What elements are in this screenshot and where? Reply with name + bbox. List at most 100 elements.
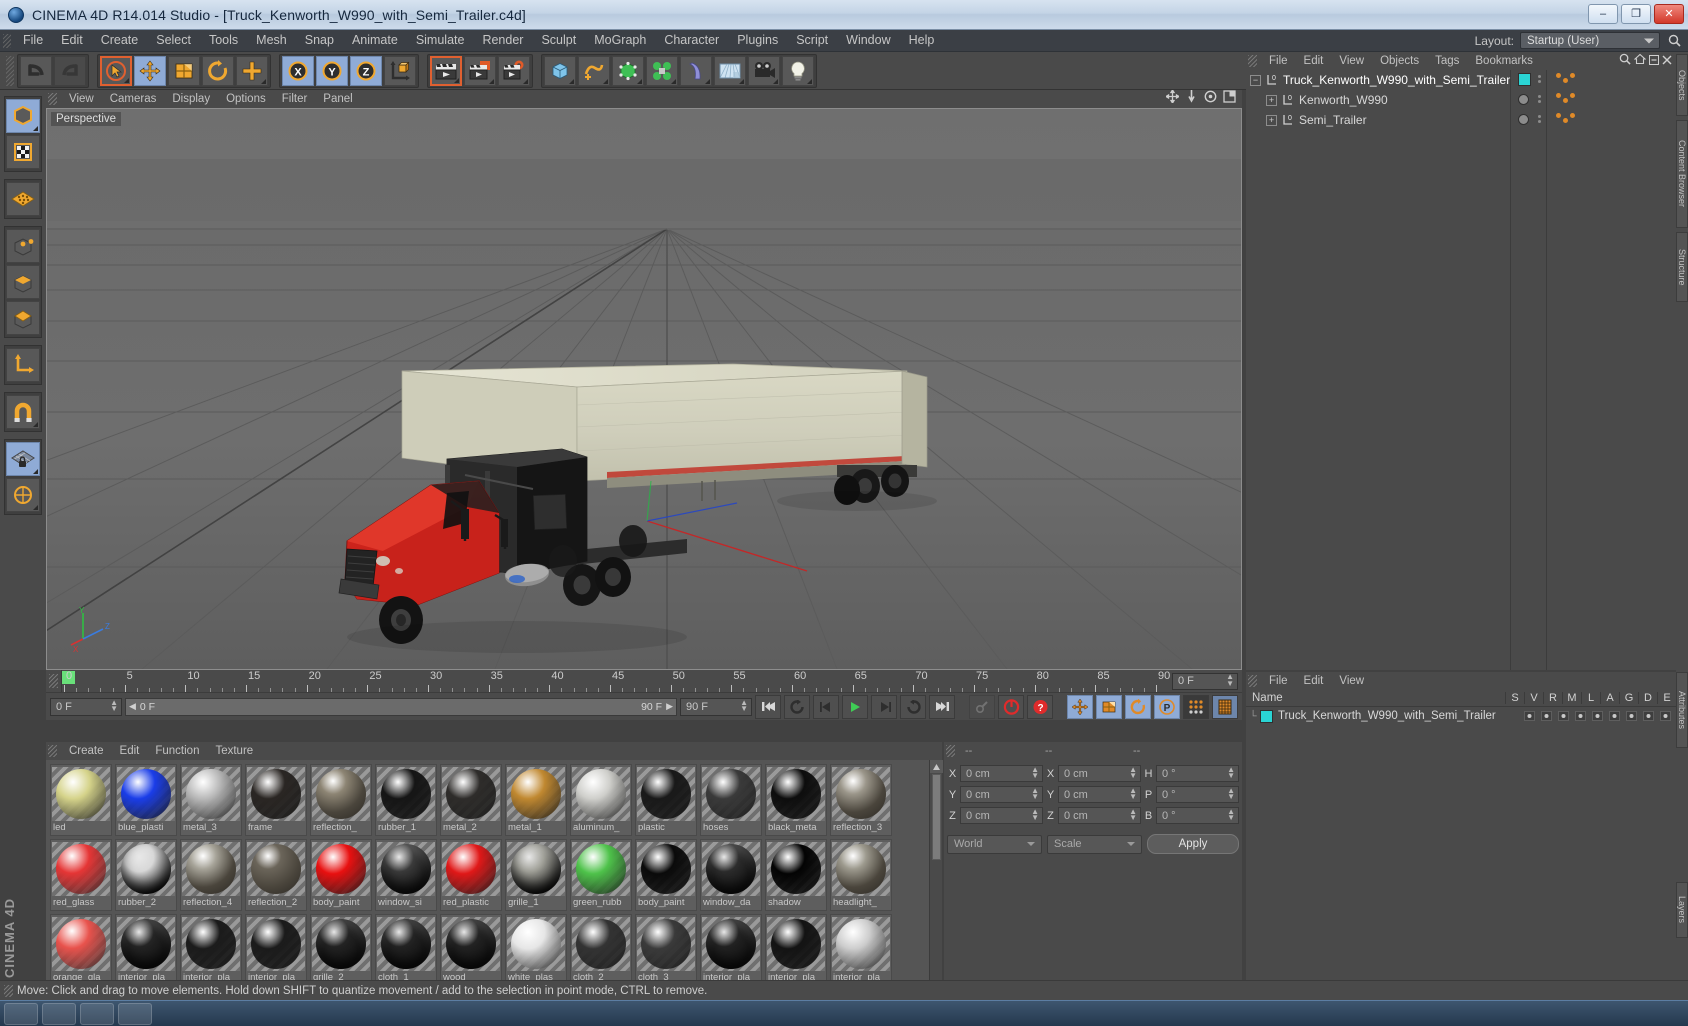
record-rotation-button[interactable] <box>1125 694 1151 719</box>
step-forward-button[interactable] <box>871 694 897 719</box>
object-row[interactable]: +0 Semi_Trailer <box>1246 110 1676 130</box>
visibility-dot[interactable] <box>1538 100 1541 103</box>
material-swatch[interactable]: led <box>50 764 112 836</box>
material-swatch[interactable]: interior_pla <box>180 914 242 986</box>
material-swatch[interactable]: interior_pla <box>245 914 307 986</box>
material-swatch[interactable]: window_si <box>375 839 437 911</box>
render-toggle-icon[interactable] <box>1556 710 1570 722</box>
stepper-icon[interactable]: ▲ ▼ <box>740 698 748 714</box>
coordinate-mode-dropdown[interactable]: Scale <box>1047 834 1142 854</box>
material-menu-texture[interactable]: Texture <box>207 744 261 758</box>
attribute-row-toggles[interactable] <box>1522 710 1676 722</box>
texture-tag-icon[interactable] <box>1556 113 1561 118</box>
rotation-b-input[interactable]: 0 ° ▲ ▼ <box>1156 807 1239 824</box>
polygon-mode-icon[interactable] <box>6 301 40 335</box>
visibility-toggle-icon[interactable] <box>1539 710 1553 722</box>
material-swatch[interactable]: cloth_2 <box>570 914 632 986</box>
tool-flyout-corner[interactable] <box>569 78 574 84</box>
material-swatch[interactable]: aluminum_ <box>570 764 632 836</box>
attribute-column-d[interactable]: D <box>1638 692 1657 704</box>
menu-edit[interactable]: Edit <box>52 31 92 50</box>
visibility-dot[interactable] <box>1538 80 1541 83</box>
timeline-scrubber[interactable]: ◀ 0 F 90 F ▶ <box>125 697 677 716</box>
tool-flyout-corner[interactable] <box>33 505 38 510</box>
stepper-icon[interactable]: ▲ ▼ <box>1031 807 1039 823</box>
visibility-dot[interactable] <box>1538 115 1541 118</box>
viewport-menu-cameras[interactable]: Cameras <box>102 92 165 106</box>
material-swatch[interactable]: orange_gla <box>50 914 112 986</box>
expand-toggle-icon[interactable]: + <box>1266 94 1277 106</box>
timeline-grip[interactable] <box>49 674 58 688</box>
home-icon[interactable] <box>1633 52 1647 70</box>
edge-mode-icon[interactable] <box>6 265 40 299</box>
material-swatch[interactable]: red_plastic <box>440 839 502 911</box>
menu-snap[interactable]: Snap <box>296 31 343 50</box>
viewport-menu-grip[interactable] <box>48 93 57 105</box>
menu-help[interactable]: Help <box>900 31 944 50</box>
rotate-view-icon[interactable] <box>1204 90 1217 108</box>
stepper-icon[interactable]: ▲ ▼ <box>1227 765 1235 781</box>
menu-sculpt[interactable]: Sculpt <box>532 31 585 50</box>
scrub-right-arrow-icon[interactable]: ▶ <box>666 701 673 712</box>
stepper-icon[interactable]: ▲ ▼ <box>1227 807 1235 823</box>
object-visibility-dots[interactable] <box>1538 95 1541 103</box>
material-swatch[interactable]: rubber_1 <box>375 764 437 836</box>
material-swatch[interactable]: headlight_ <box>830 839 892 911</box>
stepper-icon[interactable]: ▲ ▼ <box>1129 807 1137 823</box>
material-swatch[interactable]: black_meta <box>765 764 827 836</box>
object-menu-bookmarks[interactable]: Bookmarks <box>1467 54 1541 68</box>
timeline-ruler[interactable]: 0 5 10 15 20 25 30 35 40 45 50 55 60 65 70 75 80 85 90 <box>61 670 1170 692</box>
attribute-column-m[interactable]: M <box>1562 692 1581 704</box>
light-icon[interactable] <box>782 55 814 86</box>
material-scrollbar[interactable] <box>929 760 943 1012</box>
lock-z-axis-icon[interactable]: Z <box>350 55 382 86</box>
expand-toggle-icon[interactable]: − <box>1250 74 1261 86</box>
tool-flyout-corner[interactable] <box>489 78 494 84</box>
material-swatch[interactable]: metal_3 <box>180 764 242 836</box>
rotate-tool-icon[interactable] <box>202 55 234 86</box>
material-swatch[interactable]: interior_pla <box>700 914 762 986</box>
position-y-input[interactable]: 0 cm ▲ ▼ <box>960 786 1043 803</box>
tool-flyout-corner[interactable] <box>33 126 38 131</box>
stepper-icon[interactable]: ▲ ▼ <box>110 698 118 714</box>
material-swatch[interactable]: cloth_3 <box>635 914 697 986</box>
menu-create[interactable]: Create <box>92 31 148 50</box>
material-swatch[interactable]: shadow <box>765 839 827 911</box>
snap-magnet-icon[interactable] <box>6 395 40 429</box>
keyframe-selection-button[interactable]: ? <box>1027 694 1053 719</box>
expand-toggle-icon[interactable]: + <box>1266 114 1277 126</box>
loop-button[interactable] <box>900 694 926 719</box>
texture-tag-icon[interactable] <box>1570 113 1575 118</box>
generator-toggle-icon[interactable] <box>1624 710 1638 722</box>
layout-view-icon[interactable] <box>1223 90 1236 108</box>
tool-flyout-corner[interactable] <box>671 78 676 84</box>
current-frame-field[interactable]: 0 F ▲ ▼ <box>1172 672 1238 690</box>
pan-view-icon[interactable] <box>1164 88 1181 108</box>
record-active-objects-button[interactable] <box>969 694 995 719</box>
material-swatch[interactable]: metal_2 <box>440 764 502 836</box>
close-button[interactable]: ✕ <box>1654 3 1684 24</box>
object-menu-objects[interactable]: Objects <box>1372 54 1427 68</box>
object-tags[interactable] <box>1556 113 1575 123</box>
axis-mode-icon[interactable] <box>6 348 40 382</box>
material-swatch[interactable]: metal_1 <box>505 764 567 836</box>
taskbar-item[interactable] <box>42 1002 76 1025</box>
material-swatch[interactable]: window_da <box>700 839 762 911</box>
object-color-swatch[interactable] <box>1518 94 1529 105</box>
material-menu-grip[interactable] <box>48 745 57 757</box>
menu-script[interactable]: Script <box>787 31 837 50</box>
attribute-column-r[interactable]: R <box>1543 692 1562 704</box>
model-mode-icon[interactable] <box>6 99 40 133</box>
object-menu-edit[interactable]: Edit <box>1296 54 1332 68</box>
menu-window[interactable]: Window <box>837 31 899 50</box>
taskbar-item[interactable] <box>80 1002 114 1025</box>
object-menu-file[interactable]: File <box>1261 54 1296 68</box>
visibility-dot[interactable] <box>1538 75 1541 78</box>
animation-toggle-icon[interactable] <box>1607 710 1621 722</box>
manager-toggle-icon[interactable] <box>1573 710 1587 722</box>
menu-mograph[interactable]: MoGraph <box>585 31 655 50</box>
scale-tool-icon[interactable] <box>168 55 200 86</box>
range-start-field[interactable]: 0 F ▲ ▼ <box>50 697 122 716</box>
deformer-toggle-icon[interactable] <box>1641 710 1655 722</box>
attribute-column-e[interactable]: E <box>1657 692 1676 704</box>
